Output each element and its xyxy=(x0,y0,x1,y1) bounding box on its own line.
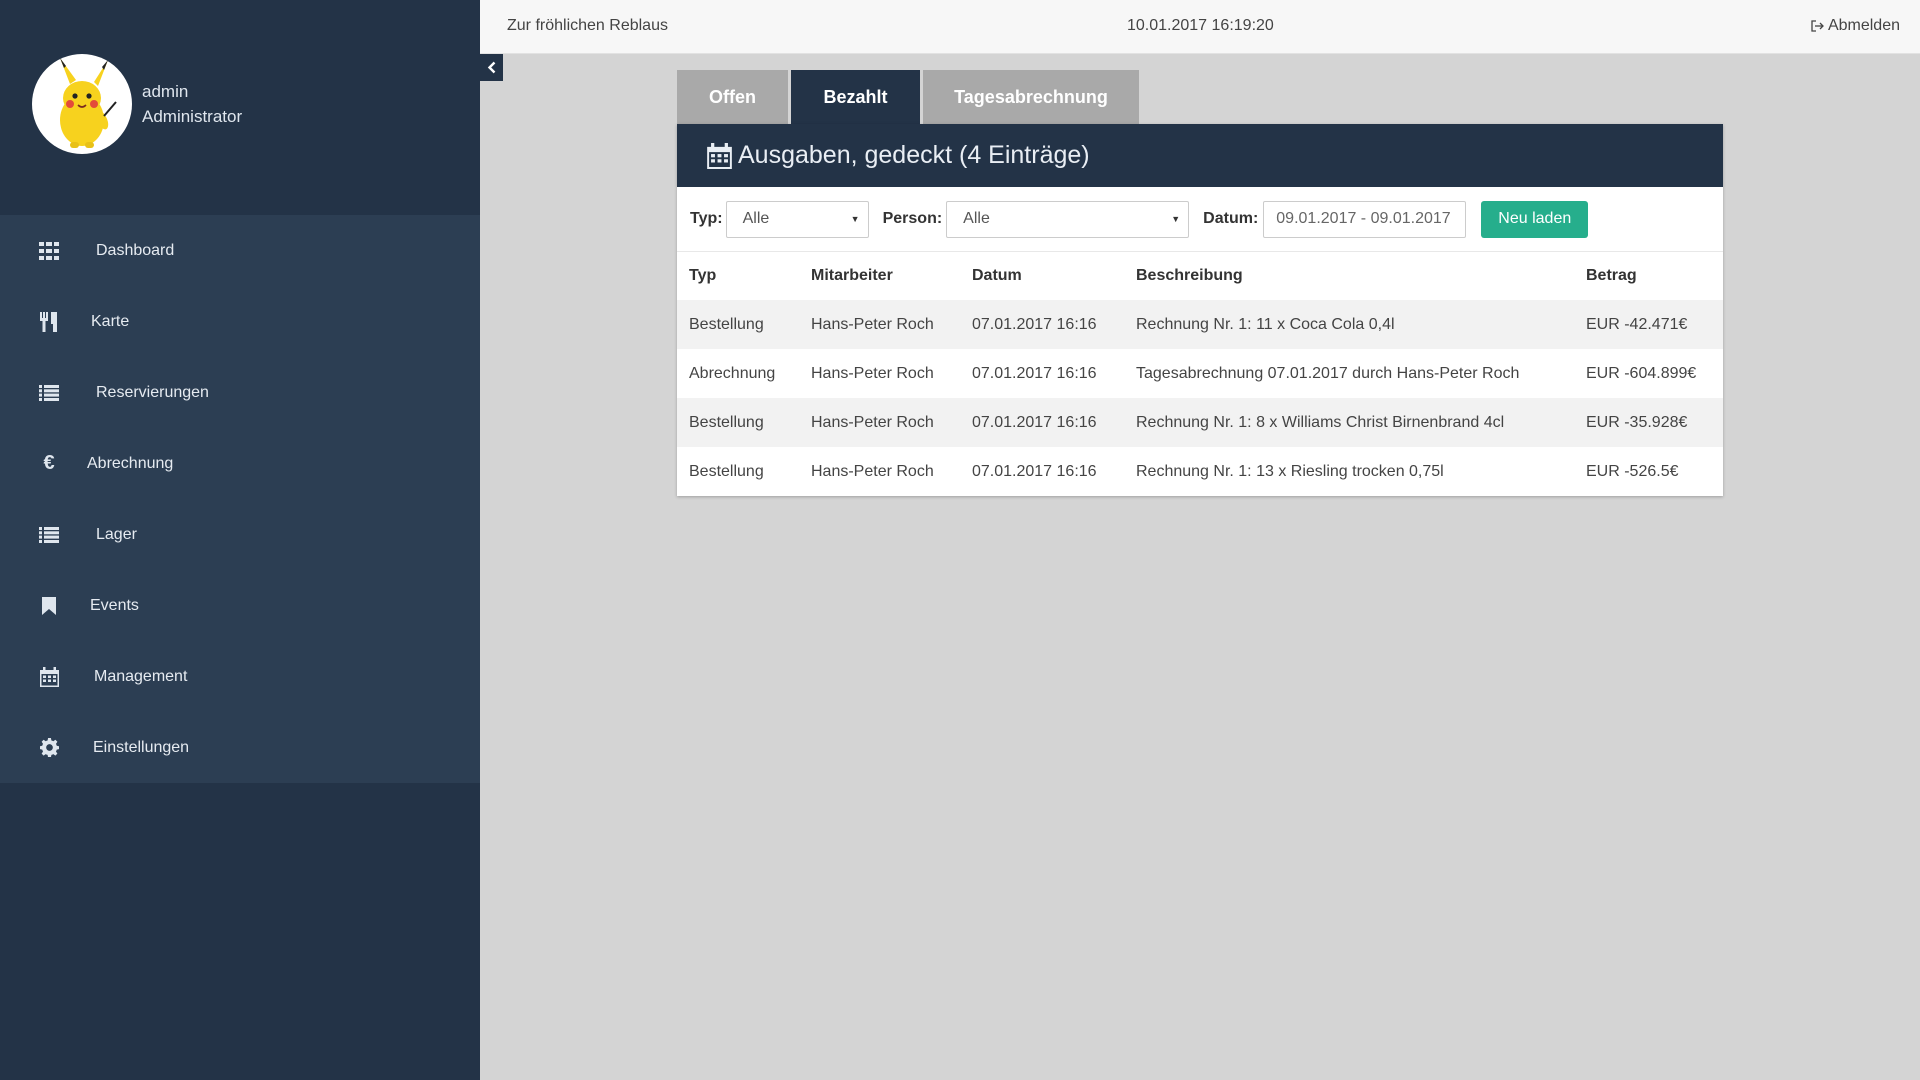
logout-icon xyxy=(1811,20,1824,32)
cell-datum: 07.01.2017 16:16 xyxy=(960,300,1124,349)
cell-betrag: EUR -526.5€ xyxy=(1586,462,1679,480)
sidebar-item-label: Lager xyxy=(96,525,137,543)
cell-beschreibung: Tagesabrechnung 07.01.2017 durch Hans-Pe… xyxy=(1136,364,1520,382)
cell-betrag: EUR -35.928€ xyxy=(1574,398,1723,447)
column-header[interactable]: Typ xyxy=(677,252,799,300)
cell-typ: Abrechnung xyxy=(689,364,776,382)
sidebar-item-label: Karte xyxy=(91,312,130,330)
sidebar-item-label: Abrechnung xyxy=(87,454,174,472)
sidebar-item-reservierungen[interactable]: Reservierungen xyxy=(0,357,480,428)
sidebar-item-dashboard[interactable]: Dashboard xyxy=(0,215,480,286)
table-header-row: Typ Mitarbeiter Datum Beschreibung Betra… xyxy=(677,252,1723,300)
panel-title: Ausgaben, gedeckt (4 Einträge) xyxy=(738,141,1090,169)
filter-bar: Typ: Alle ▼ Person: Alle ▼ Datum: 09.01.… xyxy=(677,187,1723,252)
tab-bezahlt[interactable]: Bezahlt xyxy=(791,70,920,124)
cell-mitarbeiter: Hans-Peter Roch xyxy=(799,300,960,349)
typ-select[interactable]: Alle ▼ xyxy=(725,200,869,238)
panel-header: Ausgaben, gedeckt (4 Einträge) xyxy=(677,124,1723,187)
cell-beschreibung: Rechnung Nr. 1: 11 x Coca Cola 0,4l xyxy=(1124,300,1574,349)
tab-bar: Offen Bezahlt Tagesabrechnung xyxy=(677,70,1142,124)
cell-betrag: EUR -42.471€ xyxy=(1574,300,1723,349)
cell-beschreibung: Rechnung Nr. 1: 13 x Riesling trocken 0,… xyxy=(1136,462,1444,480)
column-header[interactable]: Betrag xyxy=(1574,252,1723,300)
cell-datum: 07.01.2017 16:16 xyxy=(972,364,1097,382)
grid-icon xyxy=(38,240,60,262)
table-row[interactable]: Bestellung Hans-Peter Roch 07.01.2017 16… xyxy=(677,398,1723,447)
table-row[interactable]: Bestellung Hans-Peter Roch 07.01.2017 16… xyxy=(677,447,1723,496)
reload-button[interactable]: Neu laden xyxy=(1481,200,1589,238)
sidebar-item-management[interactable]: Management xyxy=(0,641,480,712)
logout-button[interactable]: Abmelden xyxy=(1811,17,1900,35)
sidebar-item-lager[interactable]: Lager xyxy=(0,499,480,570)
sidebar: admin Administrator Dashboard Karte Rese… xyxy=(0,0,480,1080)
top-bar: Zur fröhlichen Reblaus 10.01.2017 16:19:… xyxy=(480,0,1920,54)
sidebar-item-abrechnung[interactable]: € Abrechnung xyxy=(0,428,480,499)
calendar-icon xyxy=(38,666,60,688)
cell-datum: 07.01.2017 16:16 xyxy=(960,398,1124,447)
user-name: admin xyxy=(142,82,189,101)
chevron-left-icon xyxy=(487,61,496,74)
person-select-value: Alle xyxy=(963,210,990,227)
current-datetime: 10.01.2017 16:19:20 xyxy=(1127,17,1274,34)
restaurant-title: Zur fröhlichen Reblaus xyxy=(507,17,668,34)
cutlery-icon xyxy=(38,311,60,333)
sidebar-item-label: Reservierungen xyxy=(96,383,209,401)
list-icon xyxy=(38,382,60,404)
cell-typ: Bestellung xyxy=(677,300,799,349)
cell-typ: Bestellung xyxy=(677,398,799,447)
list-icon xyxy=(38,524,60,546)
bookmark-icon xyxy=(38,595,60,617)
sidebar-nav: Dashboard Karte Reservierungen € Abrechn… xyxy=(0,215,480,783)
person-select[interactable]: Alle ▼ xyxy=(946,200,1190,238)
sidebar-item-einstellungen[interactable]: Einstellungen xyxy=(0,712,480,783)
sidebar-item-label: Einstellungen xyxy=(93,738,190,756)
table-row[interactable]: Abrechnung Hans-Peter Roch 07.01.2017 16… xyxy=(677,349,1723,398)
person-label: Person: xyxy=(882,210,943,227)
typ-label: Typ: xyxy=(690,210,723,227)
cell-datum: 07.01.2017 16:16 xyxy=(972,462,1097,480)
sidebar-collapse-button[interactable] xyxy=(480,54,503,81)
user-profile: admin Administrator xyxy=(32,53,242,155)
expenses-table: Typ Mitarbeiter Datum Beschreibung Betra… xyxy=(677,252,1723,496)
sidebar-item-label: Events xyxy=(90,596,139,614)
tab-offen[interactable]: Offen xyxy=(677,70,788,124)
table-row[interactable]: Bestellung Hans-Peter Roch 07.01.2017 16… xyxy=(677,300,1723,349)
cell-betrag: EUR -604.899€ xyxy=(1586,364,1697,382)
sidebar-item-events[interactable]: Events xyxy=(0,570,480,641)
typ-select-value: Alle xyxy=(742,210,770,227)
sidebar-item-label: Dashboard xyxy=(96,241,175,259)
dropdown-arrow-icon: ▼ xyxy=(850,214,860,224)
cell-mitarbeiter: Hans-Peter Roch xyxy=(799,398,960,447)
dropdown-arrow-icon: ▼ xyxy=(1171,214,1181,224)
column-header[interactable]: Mitarbeiter xyxy=(799,252,960,300)
avatar xyxy=(32,54,132,154)
column-header[interactable]: Datum xyxy=(960,252,1124,300)
euro-icon: € xyxy=(43,452,55,474)
date-range-input[interactable]: 09.01.2017 - 09.01.2017 xyxy=(1263,200,1467,238)
logout-label: Abmelden xyxy=(1827,17,1900,34)
cell-mitarbeiter: Hans-Peter Roch xyxy=(811,462,934,480)
cell-mitarbeiter: Hans-Peter Roch xyxy=(811,364,934,382)
sidebar-item-karte[interactable]: Karte xyxy=(0,286,480,357)
column-header[interactable]: Beschreibung xyxy=(1124,252,1574,300)
tab-tagesabrechnung[interactable]: Tagesabrechnung xyxy=(923,70,1139,124)
user-role: Administrator xyxy=(142,107,243,126)
calendar-icon xyxy=(707,142,732,169)
gear-icon xyxy=(38,737,60,759)
cell-typ: Bestellung xyxy=(689,462,764,480)
datum-label: Datum: xyxy=(1203,210,1259,227)
sidebar-item-label: Management xyxy=(94,667,188,685)
expenses-panel: Ausgaben, gedeckt (4 Einträge) Typ: Alle… xyxy=(677,124,1723,496)
cell-beschreibung: Rechnung Nr. 1: 8 x Williams Christ Birn… xyxy=(1124,398,1574,447)
